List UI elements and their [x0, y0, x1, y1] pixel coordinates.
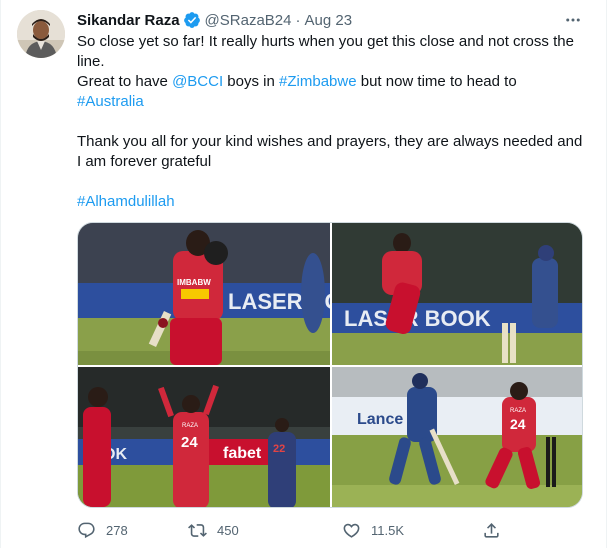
banner-text: LASER BOOK — [344, 306, 491, 331]
tweet-text: So close yet so far! It really hurts whe… — [77, 32, 589, 212]
like-count: 11.5K — [371, 522, 405, 538]
text-line: #Australia — [77, 92, 589, 112]
photo-2[interactable]: LASER BOOK — [332, 223, 582, 365]
text-line: So close yet so far! It really hurts whe… — [77, 33, 574, 50]
retweet-icon — [188, 523, 207, 537]
jersey-number: 24 — [181, 434, 198, 451]
share-icon — [484, 522, 499, 538]
text-fragment: Great to have — [77, 73, 173, 90]
jersey-name: RAZA — [510, 408, 526, 414]
text-line: Thank you all for your kind wishes and p… — [77, 133, 583, 150]
jersey-text: IMBABW — [177, 278, 211, 287]
text-line: I am forever grateful — [77, 153, 212, 170]
tweet-date[interactable]: Aug 23 — [305, 12, 353, 29]
author-name[interactable]: Sikandar Raza — [77, 12, 180, 29]
text-fragment: but now time to head to — [356, 73, 517, 90]
mention-link-bcci[interactable]: @BCCI — [172, 73, 223, 90]
like-button[interactable]: 11.5K — [342, 521, 404, 540]
text-line: line. — [77, 53, 105, 70]
tweet-header: Sikandar Raza @SRazaB24 · Aug 23 — [77, 10, 352, 30]
verified-badge-icon — [183, 11, 201, 29]
hashtag-link-zimbabwe[interactable]: #Zimbabwe — [279, 73, 357, 90]
text-fragment: boys in — [223, 73, 280, 90]
separator-dot: · — [295, 11, 301, 29]
photo-1[interactable]: LASER BOOK IMBABW — [78, 223, 330, 365]
hashtag-link-australia[interactable]: #Australia — [77, 93, 144, 110]
reply-icon — [78, 522, 95, 538]
tweet[interactable]: Sikandar Raza @SRazaB24 · Aug 23 So clos… — [0, 0, 607, 548]
jersey-number: 24 — [510, 416, 526, 432]
media-grid: LASER BOOK IMBABW LASER BOOK — [77, 222, 583, 508]
photo-3[interactable]: OK fabet 24 RAZA 22 — [78, 367, 330, 507]
more-options-icon[interactable] — [563, 10, 583, 30]
reply-count: 278 — [106, 522, 128, 538]
share-button[interactable] — [482, 521, 501, 540]
jersey-name: RAZA — [182, 423, 198, 429]
avatar-image — [17, 10, 65, 58]
author-handle[interactable]: @SRazaB24 — [205, 12, 292, 29]
ad-text: fabet — [223, 445, 262, 462]
heart-icon — [343, 523, 360, 538]
retweet-count: 450 — [217, 522, 239, 538]
retweet-button[interactable]: 450 — [188, 521, 239, 540]
ad-text: Lance — [357, 411, 403, 428]
jersey-number: 22 — [273, 443, 285, 455]
avatar[interactable] — [17, 10, 65, 58]
hashtag-link-alhamdulillah[interactable]: #Alhamdulillah — [77, 193, 175, 210]
action-bar: 278 450 11.5K — [77, 518, 517, 542]
reply-button[interactable]: 278 — [77, 521, 128, 540]
text-line: #Alhamdulillah — [77, 192, 589, 212]
photo-4[interactable]: Lance 24 RAZA — [332, 367, 582, 507]
text-line: Great to have @BCCI boys in #Zimbabwe bu… — [77, 72, 589, 92]
